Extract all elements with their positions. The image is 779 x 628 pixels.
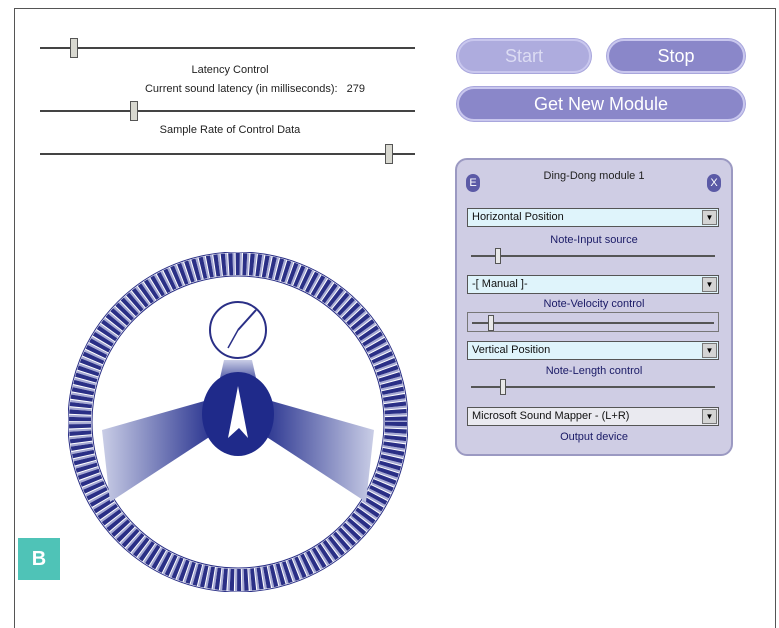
module-title: Ding-Dong module 1 [543, 170, 645, 182]
chevron-down-icon[interactable]: ▼ [702, 210, 717, 225]
note-velocity-select[interactable]: -[ Manual ]- ▼ [467, 275, 719, 294]
chevron-down-icon[interactable]: ▼ [702, 409, 717, 424]
latency-label: Current sound latency (in milliseconds): [144, 83, 338, 95]
note-input-label: Note-Input source [550, 234, 638, 246]
stop-button[interactable]: Stop [607, 39, 745, 73]
close-icon[interactable]: X [707, 174, 721, 192]
note-length-select-value: Vertical Position [472, 344, 551, 356]
latency-title: Latency Control [191, 64, 269, 76]
note-input-slider-thumb[interactable] [495, 248, 502, 264]
sample-rate-slider-thumb[interactable] [384, 144, 393, 164]
dial-wheel-icon[interactable] [68, 252, 408, 592]
clock-icon [209, 301, 267, 359]
note-length-label: Note-Length control [545, 365, 643, 377]
note-input-slider[interactable] [471, 248, 715, 264]
chevron-down-icon[interactable]: ▼ [702, 277, 717, 292]
top-slider[interactable] [40, 38, 415, 58]
note-velocity-slider[interactable] [467, 312, 719, 332]
top-slider-thumb[interactable] [69, 38, 78, 58]
top-slider-track [40, 47, 415, 49]
note-velocity-slider-thumb[interactable] [488, 315, 494, 331]
sample-rate-slider[interactable] [40, 144, 415, 164]
figure-label: B [18, 538, 60, 580]
chevron-down-icon[interactable]: ▼ [702, 343, 717, 358]
latency-slider[interactable] [40, 101, 415, 121]
start-button[interactable]: Start [457, 39, 591, 73]
output-device-label: Output device [560, 431, 628, 443]
note-velocity-select-value: -[ Manual ]- [472, 278, 528, 290]
get-new-module-button[interactable]: Get New Module [457, 87, 745, 121]
latency-slider-track [40, 110, 415, 112]
note-length-slider-thumb[interactable] [500, 379, 507, 395]
note-velocity-slider-track [472, 322, 714, 324]
output-device-select[interactable]: Microsoft Sound Mapper - (L+R) ▼ [467, 407, 719, 426]
note-input-select[interactable]: Horizontal Position ▼ [467, 208, 719, 227]
note-input-slider-track [471, 255, 715, 257]
sample-rate-slider-track [40, 153, 415, 155]
note-length-select[interactable]: Vertical Position ▼ [467, 341, 719, 360]
note-length-slider-track [471, 386, 715, 388]
latency-value: 279 [346, 83, 365, 95]
note-input-select-value: Horizontal Position [472, 211, 564, 223]
latency-slider-thumb[interactable] [129, 101, 138, 121]
sample-rate-label: Sample Rate of Control Data [159, 124, 301, 136]
note-length-slider[interactable] [471, 379, 715, 395]
output-device-select-value: Microsoft Sound Mapper - (L+R) [472, 410, 630, 422]
module-panel: E Ding-Dong module 1 X Horizontal Positi… [455, 158, 733, 456]
latency-readout: Current sound latency (in milliseconds):… [95, 83, 415, 95]
note-velocity-label: Note-Velocity control [543, 298, 645, 310]
